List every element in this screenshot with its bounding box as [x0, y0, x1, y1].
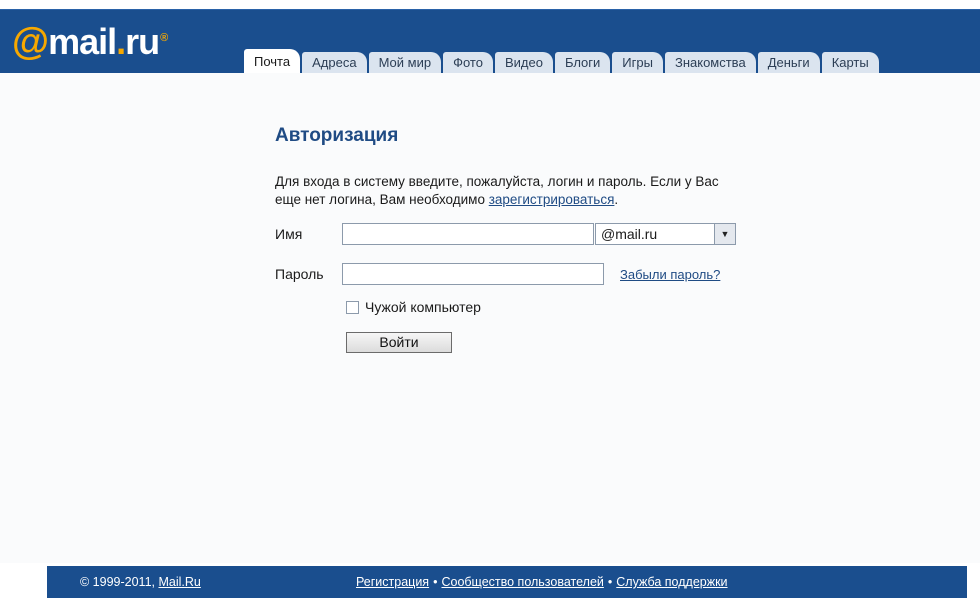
copyright-text: © 1999-2011, — [80, 575, 159, 589]
top-header: @mail.ru® Почта Адреса Мой мир Фото Виде… — [0, 9, 980, 73]
tab-dengi[interactable]: Деньги — [757, 52, 820, 73]
tab-blogi[interactable]: Блоги — [554, 52, 611, 73]
tab-foto[interactable]: Фото — [443, 52, 493, 73]
name-label: Имя — [275, 226, 303, 242]
foreign-computer-label: Чужой компьютер — [365, 299, 481, 315]
tab-karty[interactable]: Карты — [821, 52, 879, 73]
tab-igry[interactable]: Игры — [612, 52, 663, 73]
service-tabs: Почта Адреса Мой мир Фото Видео Блоги Иг… — [244, 49, 881, 73]
copyright: © 1999-2011, Mail.Ru — [80, 575, 201, 589]
tab-znakomstva[interactable]: Знакомства — [664, 52, 756, 73]
page-title: Авторизация — [275, 125, 399, 146]
password-row: Пароль Забыли пароль? — [275, 261, 720, 287]
login-form: Авторизация Для входа в систему введите,… — [275, 125, 745, 353]
instructions-end: . — [614, 192, 619, 207]
forgot-password-link[interactable]: Забыли пароль? — [620, 267, 720, 282]
login-instructions: Для входа в систему введите, пожалуйста,… — [275, 173, 730, 209]
logo-name: mail — [48, 21, 117, 62]
footer-links: Регистрация • Сообщество пользователей • Слу… — [356, 575, 728, 589]
logo-registered-mark: ® — [160, 32, 168, 44]
domain-selected-value: @mail.ru — [601, 226, 658, 242]
footer-link-support[interactable]: Служба поддержки — [616, 575, 727, 589]
tab-moi-mir[interactable]: Мой мир — [368, 52, 442, 73]
logo-at-sign: @ — [12, 21, 49, 63]
footer-separator: • — [607, 575, 613, 589]
footer-separator: • — [433, 575, 438, 589]
tab-adresa[interactable]: Адреса — [302, 52, 367, 73]
foreign-computer-option[interactable]: Чужой компьютер — [346, 299, 481, 315]
tab-video[interactable]: Видео — [494, 52, 553, 73]
footer-link-community[interactable]: Сообщество пользователей — [441, 575, 603, 589]
logo-dot: . — [116, 21, 126, 62]
register-link[interactable]: зарегистрироваться — [489, 192, 615, 207]
tab-pochta[interactable]: Почта — [244, 49, 301, 73]
login-button[interactable]: Войти — [346, 332, 452, 353]
dropdown-arrow-icon[interactable]: ▼ — [714, 224, 735, 244]
name-input[interactable] — [342, 223, 594, 245]
name-row: Имя @mail.ru ▼ — [275, 221, 736, 247]
password-input[interactable] — [342, 263, 604, 285]
mailru-logo[interactable]: @mail.ru® — [12, 21, 168, 63]
domain-select[interactable]: @mail.ru ▼ — [595, 223, 736, 245]
main-content: Авторизация Для входа в систему введите,… — [0, 73, 980, 563]
mailru-home-link[interactable]: Mail.Ru — [158, 575, 200, 589]
page: @mail.ru® Почта Адреса Мой мир Фото Виде… — [0, 0, 980, 606]
password-label: Пароль — [275, 266, 324, 282]
footer-link-registration[interactable]: Регистрация — [356, 575, 429, 589]
footer: © 1999-2011, Mail.Ru Регистрация • Сообщес… — [47, 566, 967, 598]
logo-tld: ru — [125, 21, 160, 62]
foreign-computer-checkbox[interactable] — [346, 300, 359, 314]
